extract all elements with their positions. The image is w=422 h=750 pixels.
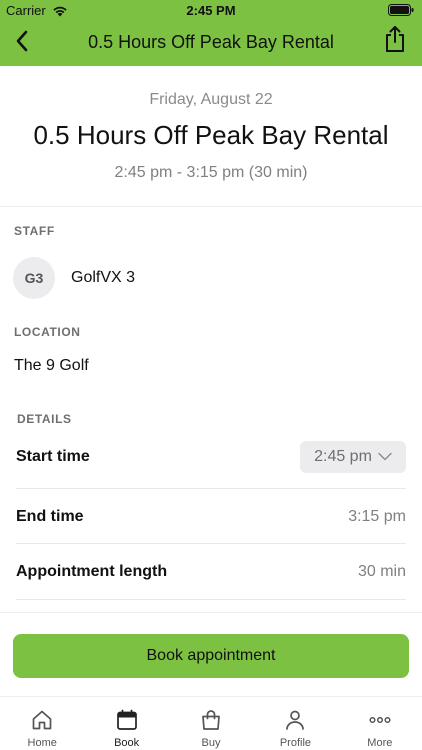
shopping-bag-icon xyxy=(199,708,223,732)
staff-section-label: STAFF xyxy=(14,224,55,238)
back-button[interactable] xyxy=(8,29,36,57)
tab-buy[interactable]: Buy xyxy=(169,697,253,750)
chevron-down-icon xyxy=(378,448,392,466)
location-section-label: LOCATION xyxy=(14,325,81,339)
start-time-value: 2:45 pm xyxy=(314,448,372,465)
end-time-row: End time 3:15 pm xyxy=(16,489,406,545)
appointment-time-range: 2:45 pm - 3:15 pm (30 min) xyxy=(114,164,308,181)
status-bar: Carrier 2:45 PM xyxy=(0,0,422,20)
share-icon xyxy=(384,25,406,58)
appointment-length-value: 30 min xyxy=(357,563,406,580)
tab-more[interactable]: More xyxy=(338,697,422,750)
appointment-length-label: Appointment length xyxy=(16,563,168,580)
tab-label-home: Home xyxy=(27,737,57,749)
chevron-left-icon xyxy=(15,30,29,57)
tab-bar: Home Book Buy Profile More xyxy=(0,696,422,750)
avatar: G3 xyxy=(13,257,55,299)
appointment-length-row: Appointment length 30 min xyxy=(16,544,406,600)
end-time-label: End time xyxy=(16,508,84,525)
appointment-date: Friday, August 22 xyxy=(149,91,273,108)
location-name: The 9 Golf xyxy=(14,357,89,374)
status-time: 2:45 PM xyxy=(186,3,236,18)
share-button[interactable] xyxy=(380,25,410,58)
summary-divider xyxy=(0,206,422,207)
tab-profile[interactable]: Profile xyxy=(253,697,337,750)
nav-title: 0.5 Hours Off Peak Bay Rental xyxy=(88,32,334,52)
start-time-label: Start time xyxy=(16,448,90,465)
row-divider xyxy=(16,599,406,600)
start-time-select[interactable]: 2:45 pm xyxy=(300,441,406,473)
tab-home[interactable]: Home xyxy=(0,697,84,750)
tab-label-buy: Buy xyxy=(201,737,221,749)
end-time-value: 3:15 pm xyxy=(348,508,406,525)
tab-label-profile: Profile xyxy=(279,737,312,749)
tab-label-more: More xyxy=(367,737,393,749)
details-section-label: DETAILS xyxy=(17,412,72,426)
header: Carrier 2:45 PM 0.5 Hours Off Peak Bay R… xyxy=(0,0,422,66)
footer-divider xyxy=(0,612,422,613)
more-dots-icon xyxy=(368,708,392,732)
start-time-row: Start time 2:45 pm xyxy=(16,429,406,485)
battery-icon xyxy=(388,4,414,19)
calendar-icon xyxy=(115,708,139,732)
tab-label-book: Book xyxy=(114,737,140,749)
home-icon xyxy=(30,708,54,732)
book-appointment-button[interactable]: Book appointment xyxy=(13,634,409,678)
person-icon xyxy=(283,708,307,732)
tab-book[interactable]: Book xyxy=(84,697,168,750)
navigation-bar: 0.5 Hours Off Peak Bay Rental xyxy=(0,20,422,66)
appointment-title: 0.5 Hours Off Peak Bay Rental xyxy=(33,120,389,150)
staff-name: GolfVX 3 xyxy=(71,269,136,286)
